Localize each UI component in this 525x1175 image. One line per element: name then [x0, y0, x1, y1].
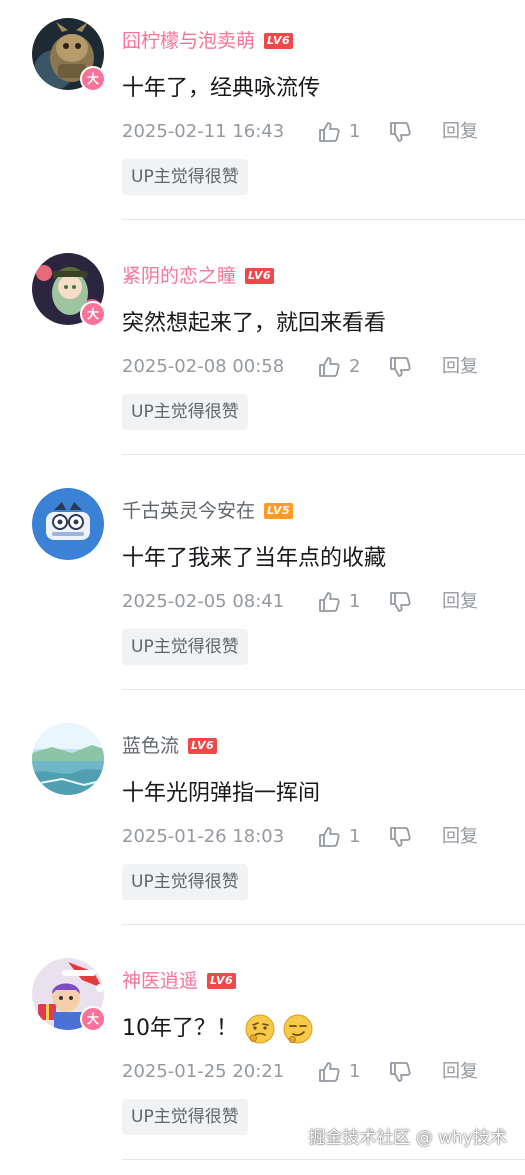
username[interactable]: 紧阴的恋之瞳 [122, 263, 236, 289]
comment-text: 十年光阴弹指一挥间 [122, 781, 321, 806]
thinking-face-emoji [245, 1014, 275, 1044]
like-button[interactable]: 1 [317, 1058, 360, 1086]
username[interactable]: 囧柠檬与泡卖萌 [122, 28, 255, 54]
reply-button[interactable]: 回复 [442, 823, 478, 851]
like-count: 1 [349, 121, 361, 142]
comment-meta: 2025-01-25 20:21 1 回复 [122, 1058, 502, 1086]
comment-text: 突然想起来了，就回来看看 [122, 311, 387, 336]
divider [122, 689, 525, 690]
like-count: 2 [349, 356, 361, 377]
dislike-button[interactable] [388, 590, 412, 614]
smirk-face-emoji [283, 1014, 313, 1044]
comment-item: 大 囧柠檬与泡卖萌 LV6 十年了，经典咏流传 2025-02-11 16:43… [0, 0, 525, 235]
like-button[interactable]: 2 [317, 353, 360, 381]
thumbs-up-icon [319, 827, 340, 847]
like-button[interactable]: 1 [317, 823, 360, 851]
vip-badge-icon: 大 [80, 301, 106, 327]
comment-time: 2025-02-11 16:43 [122, 121, 285, 142]
like-count: 1 [349, 826, 361, 847]
username[interactable]: 千古英灵今安在 [122, 498, 255, 524]
like-count: 1 [349, 591, 361, 612]
level-badge: LV6 [207, 973, 237, 989]
thumbs-down-icon [390, 122, 411, 142]
divider [122, 219, 525, 220]
comment-item: 大 紧阴的恋之瞳 LV6 突然想起来了，就回来看看 2025-02-08 00:… [0, 235, 525, 470]
level-badge: LV5 [264, 503, 294, 519]
comment-text: 十年了，经典咏流传 [122, 76, 321, 101]
comment-time: 2025-01-25 20:21 [122, 1061, 285, 1082]
thumbs-down-icon [390, 1062, 411, 1082]
like-count: 1 [349, 1061, 361, 1082]
comment-text: 10年了？！ [122, 1012, 314, 1046]
thumbs-up-icon [319, 592, 340, 612]
reply-button[interactable]: 回复 [442, 1058, 478, 1086]
up-liked-tag: UP主觉得很赞 [122, 629, 248, 665]
thumbs-up-icon [319, 1062, 340, 1082]
dislike-button[interactable] [388, 120, 412, 144]
level-badge: LV6 [245, 268, 275, 284]
reply-button[interactable]: 回复 [442, 353, 478, 381]
comment-meta: 2025-02-11 16:43 1 回复 [122, 118, 502, 146]
reply-button[interactable]: 回复 [442, 118, 478, 146]
comment-item: 蓝色流 LV6 十年光阴弹指一挥间 2025-01-26 18:03 1 回复 … [0, 705, 525, 940]
thumbs-down-icon [390, 357, 411, 377]
thumbs-up-icon [319, 122, 340, 142]
comment-item: 千古英灵今安在 LV5 十年了我来了当年点的收藏 2025-02-05 08:4… [0, 470, 525, 705]
divider [122, 454, 525, 455]
vip-badge-icon: 大 [80, 1006, 106, 1032]
like-button[interactable]: 1 [317, 588, 360, 616]
username[interactable]: 神医逍遥 [122, 968, 198, 994]
dislike-button[interactable] [388, 1060, 412, 1084]
comment-time: 2025-02-08 00:58 [122, 356, 285, 377]
level-badge: LV6 [264, 33, 294, 49]
user-avatar[interactable] [32, 488, 104, 560]
like-button[interactable]: 1 [317, 118, 360, 146]
thumbs-up-icon [319, 357, 340, 377]
comment-time: 2025-02-05 08:41 [122, 591, 285, 612]
level-badge: LV6 [188, 738, 218, 754]
up-liked-tag: UP主觉得很赞 [122, 159, 248, 195]
comment-time: 2025-01-26 18:03 [122, 826, 285, 847]
up-liked-tag: UP主觉得很赞 [122, 1099, 248, 1135]
username[interactable]: 蓝色流 [122, 733, 179, 759]
comment-meta: 2025-01-26 18:03 1 回复 [122, 823, 502, 851]
dislike-button[interactable] [388, 355, 412, 379]
comment-meta: 2025-02-05 08:41 1 回复 [122, 588, 502, 616]
divider [122, 1159, 525, 1160]
comment-meta: 2025-02-08 00:58 2 回复 [122, 353, 502, 381]
thumbs-down-icon [390, 592, 411, 612]
up-liked-tag: UP主觉得很赞 [122, 864, 248, 900]
comment-text: 十年了我来了当年点的收藏 [122, 546, 387, 571]
watermark: 掘金技术社区 @ why技术 [308, 1128, 507, 1148]
up-liked-tag: UP主觉得很赞 [122, 394, 248, 430]
dislike-button[interactable] [388, 825, 412, 849]
user-avatar[interactable] [32, 723, 104, 795]
reply-button[interactable]: 回复 [442, 588, 478, 616]
thumbs-down-icon [390, 827, 411, 847]
divider [122, 924, 525, 925]
vip-badge-icon: 大 [80, 66, 106, 92]
